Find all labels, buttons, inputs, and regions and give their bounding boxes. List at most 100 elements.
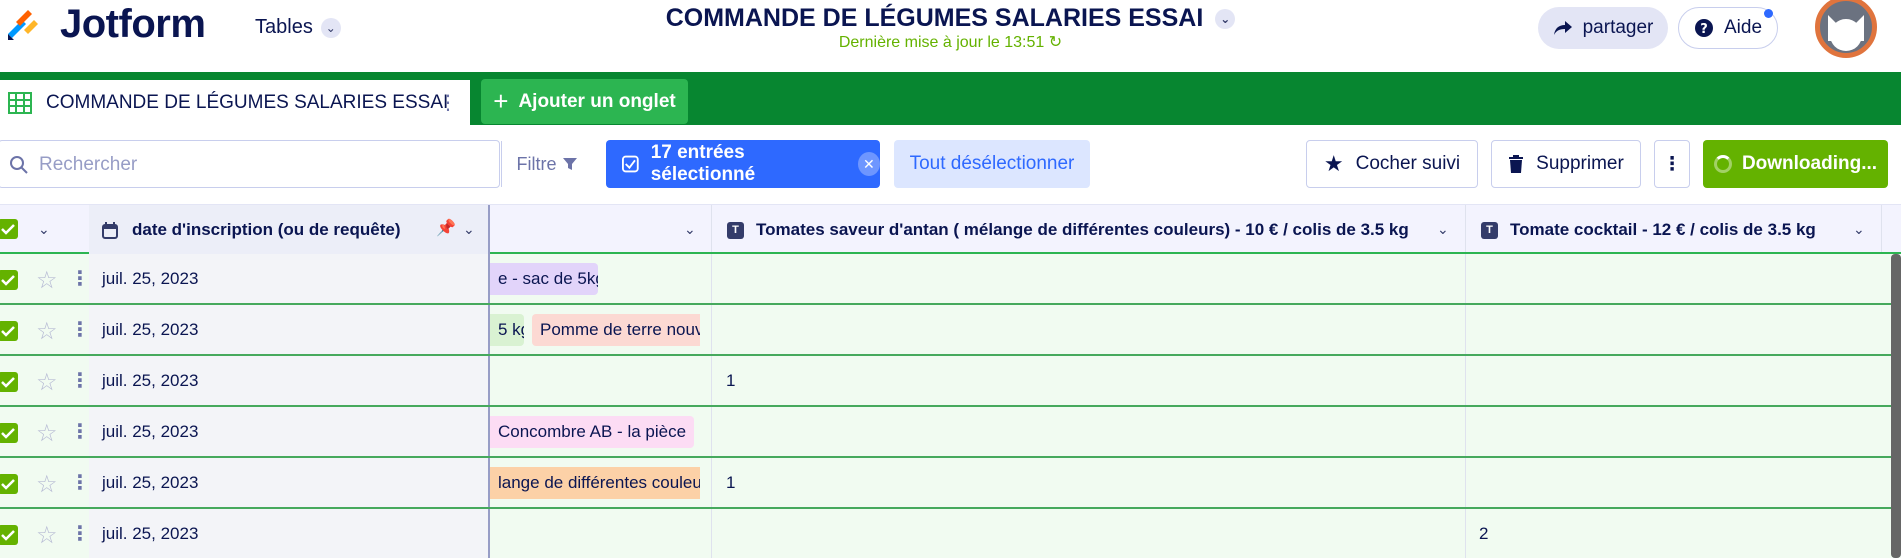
column-divider	[1465, 305, 1466, 354]
row-menu-icon[interactable]: ⋮	[70, 521, 90, 546]
add-tab-label: Ajouter un onglet	[518, 90, 676, 112]
tomatoes-header-label: Tomates saveur d'antan ( mélange de diff…	[756, 220, 1409, 239]
search-input[interactable]: Rechercher	[39, 154, 137, 176]
share-button[interactable]: partager	[1538, 7, 1668, 49]
vertical-scrollbar[interactable]	[1891, 254, 1901, 558]
select-menu-chevron-icon[interactable]: ⌄	[38, 221, 50, 238]
column-divider	[711, 407, 712, 456]
column-divider	[1465, 205, 1466, 252]
add-tab-button[interactable]: + Ajouter un onglet	[481, 79, 688, 124]
star-icon: ★	[1323, 151, 1344, 176]
column-divider	[1465, 254, 1466, 303]
row-menu-icon[interactable]: ⋮	[70, 317, 90, 342]
download-button[interactable]: Downloading...	[1703, 140, 1888, 188]
search-field[interactable]: Rechercher Filtre	[0, 140, 577, 188]
date-column-chevron-icon[interactable]: ⌄	[463, 221, 475, 238]
text-type-icon: T	[727, 221, 744, 239]
row-checkbox[interactable]	[0, 423, 18, 443]
pin-icon[interactable]: 📌	[436, 218, 456, 238]
date-cell[interactable]: juil. 25, 2023	[102, 524, 198, 544]
title-chevron-down-icon[interactable]: ⌄	[1215, 8, 1236, 29]
tab-menu-icon[interactable]: ⋮	[438, 90, 458, 115]
row-star-icon[interactable]: ☆	[36, 368, 58, 397]
row-checkbox[interactable]	[0, 525, 18, 545]
toolbar: Rechercher Filtre 17 entrées sélectionné…	[0, 125, 1901, 205]
loading-spinner-icon	[1713, 155, 1732, 173]
table-row[interactable]: ☆ ⋮ juil. 25, 2023 5 kg Pomme de terre n…	[0, 305, 1901, 356]
table-row[interactable]: ☆ ⋮ juil. 25, 2023 Concombre AB - la piè…	[0, 407, 1901, 458]
date-cell[interactable]: juil. 25, 2023	[102, 371, 198, 391]
selected-entries-button[interactable]: 17 entrées sélectionné ✕	[606, 140, 880, 188]
more-actions-icon[interactable]: ⋮	[1654, 140, 1690, 188]
row-checkbox[interactable]	[0, 474, 18, 494]
deselect-all-button[interactable]: Tout désélectionner	[894, 140, 1090, 188]
clear-selection-icon[interactable]: ✕	[857, 152, 880, 176]
row-star-icon[interactable]: ☆	[36, 317, 58, 346]
row-checkbox[interactable]	[0, 372, 18, 392]
tab-label: COMMANDE DE LÉGUMES SALARIES ESSAI	[46, 91, 449, 113]
last-update-text: Dernière mise à jour le 13:51	[838, 34, 1045, 51]
product-tag[interactable]: e - sac de 5kg	[490, 263, 598, 295]
tomatoes-column-chevron-icon[interactable]: ⌄	[1437, 221, 1449, 238]
filter-button[interactable]: Filtre	[501, 141, 591, 187]
select-all-checkbox[interactable]	[0, 219, 18, 239]
row-checkbox[interactable]	[0, 270, 18, 290]
table-row[interactable]: ☆ ⋮ juil. 25, 2023 2	[0, 509, 1901, 558]
hidden-column-chevron-icon[interactable]: ⌄	[684, 221, 696, 238]
table-row[interactable]: ☆ ⋮ juil. 25, 2023 1	[0, 356, 1901, 407]
table-row[interactable]: ☆ ⋮ juil. 25, 2023 e - sac de 5kg	[0, 254, 1901, 305]
tomatoes-cell[interactable]: 1	[726, 473, 735, 493]
product-tag[interactable]: 5 kg	[490, 314, 524, 346]
row-checkbox[interactable]	[0, 321, 18, 341]
date-cell[interactable]: juil. 25, 2023	[102, 473, 198, 493]
date-cell[interactable]: juil. 25, 2023	[102, 320, 198, 340]
column-divider	[1465, 458, 1466, 507]
tab-commande[interactable]: COMMANDE DE LÉGUMES SALARIES ESSAI ⋮	[0, 80, 470, 125]
share-label: partager	[1582, 17, 1654, 38]
column-divider	[711, 509, 712, 558]
delete-button[interactable]: Supprimer	[1491, 140, 1641, 188]
download-label: Downloading...	[1741, 153, 1878, 174]
follow-button[interactable]: ★ Cocher suivi	[1306, 140, 1478, 188]
row-menu-icon[interactable]: ⋮	[70, 419, 90, 444]
column-divider	[1465, 356, 1466, 405]
date-cell[interactable]: juil. 25, 2023	[102, 269, 198, 289]
date-cell[interactable]: juil. 25, 2023	[102, 422, 198, 442]
table-row[interactable]: ☆ ⋮ juil. 25, 2023 lange de différentes …	[0, 458, 1901, 509]
search-icon	[10, 156, 28, 174]
selected-label: 17 entrées sélectionné	[650, 142, 756, 185]
help-button[interactable]: ? Aide	[1678, 7, 1778, 49]
refresh-icon[interactable]: ↻	[1049, 34, 1062, 51]
follow-label: Cocher suivi	[1355, 153, 1461, 174]
cocktail-column-chevron-icon[interactable]: ⌄	[1853, 221, 1865, 238]
product-tag[interactable]: Pomme de terre nouv	[532, 314, 700, 346]
row-menu-icon[interactable]: ⋮	[70, 266, 90, 291]
column-divider	[1465, 407, 1466, 456]
row-star-icon[interactable]: ☆	[36, 419, 58, 448]
column-divider	[711, 356, 712, 405]
product-tag[interactable]: Concombre AB - la pièce	[490, 416, 695, 448]
tomatoes-cell[interactable]: 1	[726, 371, 735, 391]
share-arrow-icon	[1553, 21, 1572, 35]
product-tag[interactable]: lange de différentes couleu	[490, 467, 700, 499]
plus-icon: +	[493, 86, 509, 116]
table-grid: ⌄ date d'inscription (ou de requête) 📌 ⌄…	[0, 204, 1901, 558]
row-menu-icon[interactable]: ⋮	[70, 470, 90, 495]
page-title[interactable]: COMMANDE DE LÉGUMES SALARIES ESSAI	[666, 4, 1204, 33]
table-header: ⌄ date d'inscription (ou de requête) 📌 ⌄…	[0, 204, 1901, 255]
row-star-icon[interactable]: ☆	[36, 521, 58, 550]
date-header-cell[interactable]: date d'inscription (ou de requête)	[102, 205, 401, 255]
tomatoes-header-cell[interactable]: T Tomates saveur d'antan ( mélange de di…	[727, 205, 1409, 255]
row-menu-icon[interactable]: ⋮	[70, 368, 90, 393]
column-divider	[711, 458, 712, 507]
help-question-icon: ?	[1694, 19, 1713, 37]
trash-icon	[1509, 155, 1524, 173]
delete-label: Supprimer	[1536, 153, 1624, 174]
cocktail-header-cell[interactable]: T Tomate cocktail - 12 € / colis de 3.5 …	[1481, 205, 1816, 255]
column-divider	[711, 254, 712, 303]
cocktail-cell[interactable]: 2	[1479, 524, 1488, 544]
svg-text:?: ?	[1700, 22, 1708, 37]
row-star-icon[interactable]: ☆	[36, 266, 58, 295]
text-type-icon: T	[1481, 221, 1498, 239]
row-star-icon[interactable]: ☆	[36, 470, 58, 499]
